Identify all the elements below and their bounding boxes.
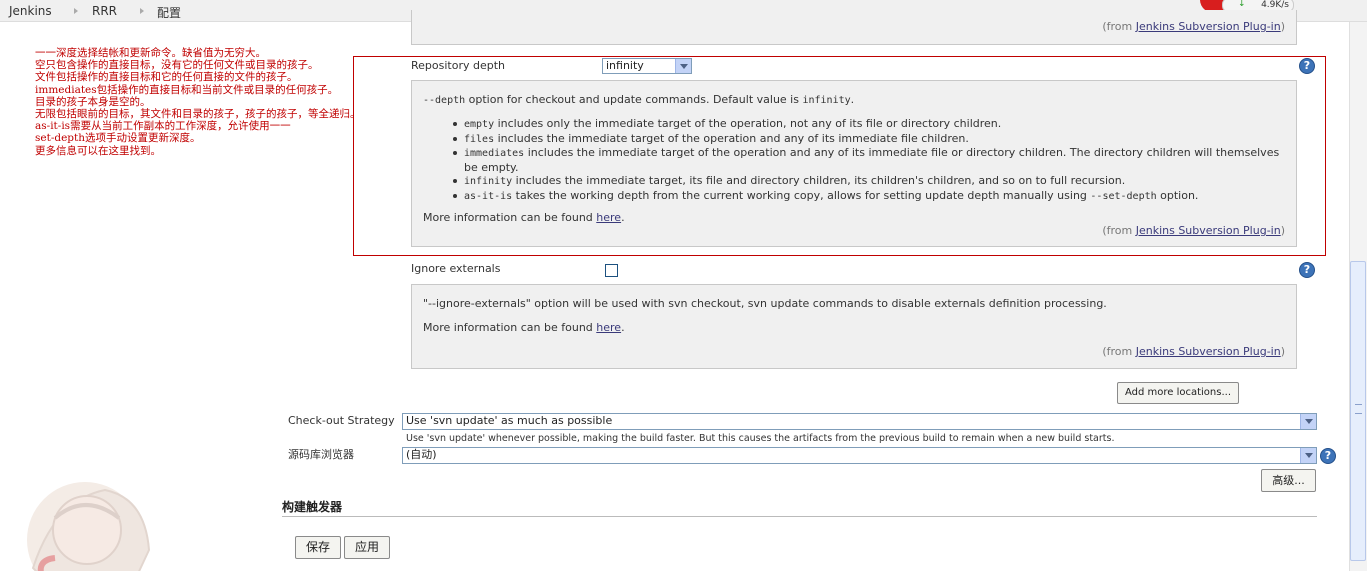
build-triggers-heading: 构建触发器 [282,500,343,514]
help-source: (from Jenkins Subversion Plug-in) [1102,345,1285,358]
repository-depth-value: infinity [606,59,644,72]
plugin-link[interactable]: Jenkins Subversion Plug-in [1136,345,1281,358]
add-more-locations-button[interactable]: Add more locations... [1117,382,1239,404]
repo-browser-value: (自动) [406,448,437,461]
list-item: files includes the immediate target of t… [450,132,1290,147]
help-source: (from Jenkins Subversion Plug-in) [1102,20,1285,33]
checkout-strategy-label: Check-out Strategy [288,414,395,427]
jenkins-logo-icon [27,482,151,571]
plugin-link[interactable]: Jenkins Subversion Plug-in [1136,224,1281,237]
repository-depth-select[interactable]: infinity [602,58,692,74]
plugin-link[interactable]: Jenkins Subversion Plug-in [1136,20,1281,33]
checkout-strategy-description: Use 'svn update' whenever possible, maki… [406,433,1115,444]
list-item: empty includes only the immediate target… [450,117,1290,132]
more-info-text: More information can be found here. [423,321,625,334]
breadcrumb-jenkins[interactable]: Jenkins [9,4,52,18]
list-item: infinity includes the immediate target, … [450,174,1290,189]
list-item: immediates includes the immediate target… [450,146,1290,174]
repo-browser-label: 源码库浏览器 [288,448,354,461]
help-source: (from Jenkins Subversion Plug-in) [1102,224,1285,237]
depth-options-list: empty includes only the immediate target… [450,117,1290,204]
translation-annotation: 一一深度选择结帐和更新命令。缺省值为无穷大。 空只包含操作的直接目标，没有它的任… [35,47,361,157]
apply-button[interactable]: 应用 [344,536,390,559]
breadcrumb-config[interactable]: 配置 [157,4,181,21]
breadcrumb-separator-icon [74,8,78,14]
more-info-text: More information can be found here. [423,211,625,224]
repository-depth-help-panel: --depth option for checkout and update c… [411,80,1297,247]
depth-intro: --depth option for checkout and update c… [423,93,855,106]
ignore-externals-checkbox[interactable] [605,264,618,277]
chevron-down-icon [1300,414,1316,429]
breadcrumb-separator-icon [140,8,144,14]
ignore-externals-help-panel: "--ignore-externals" option will be used… [411,284,1297,369]
help-icon[interactable]: ? [1299,262,1315,278]
breadcrumb-rrr[interactable]: RRR [92,4,117,18]
checkout-strategy-value: Use 'svn update' as much as possible [406,414,613,427]
scrollbar-thumb[interactable] [1350,261,1366,561]
section-divider [282,516,1317,517]
download-arrow-icon: ↓ [1238,0,1246,9]
chevron-down-icon [675,59,691,73]
help-icon[interactable]: ? [1299,58,1315,74]
list-item: as-it-is takes the working depth from th… [450,189,1290,204]
chevron-down-icon [1300,448,1316,463]
previous-help-panel: (from Jenkins Subversion Plug-in) [411,10,1297,45]
help-icon[interactable]: ? [1320,448,1336,464]
repository-depth-label: Repository depth [411,59,506,72]
save-button[interactable]: 保存 [295,536,341,559]
more-info-link[interactable]: here [596,321,621,334]
checkout-strategy-select[interactable]: Use 'svn update' as much as possible [402,413,1317,430]
advanced-button[interactable]: 高级... [1261,469,1316,492]
more-info-link[interactable]: here [596,211,621,224]
ignore-externals-label: Ignore externals [411,262,501,275]
ignore-externals-help-text: "--ignore-externals" option will be used… [423,297,1107,310]
repo-browser-select[interactable]: (自动) [402,447,1317,464]
